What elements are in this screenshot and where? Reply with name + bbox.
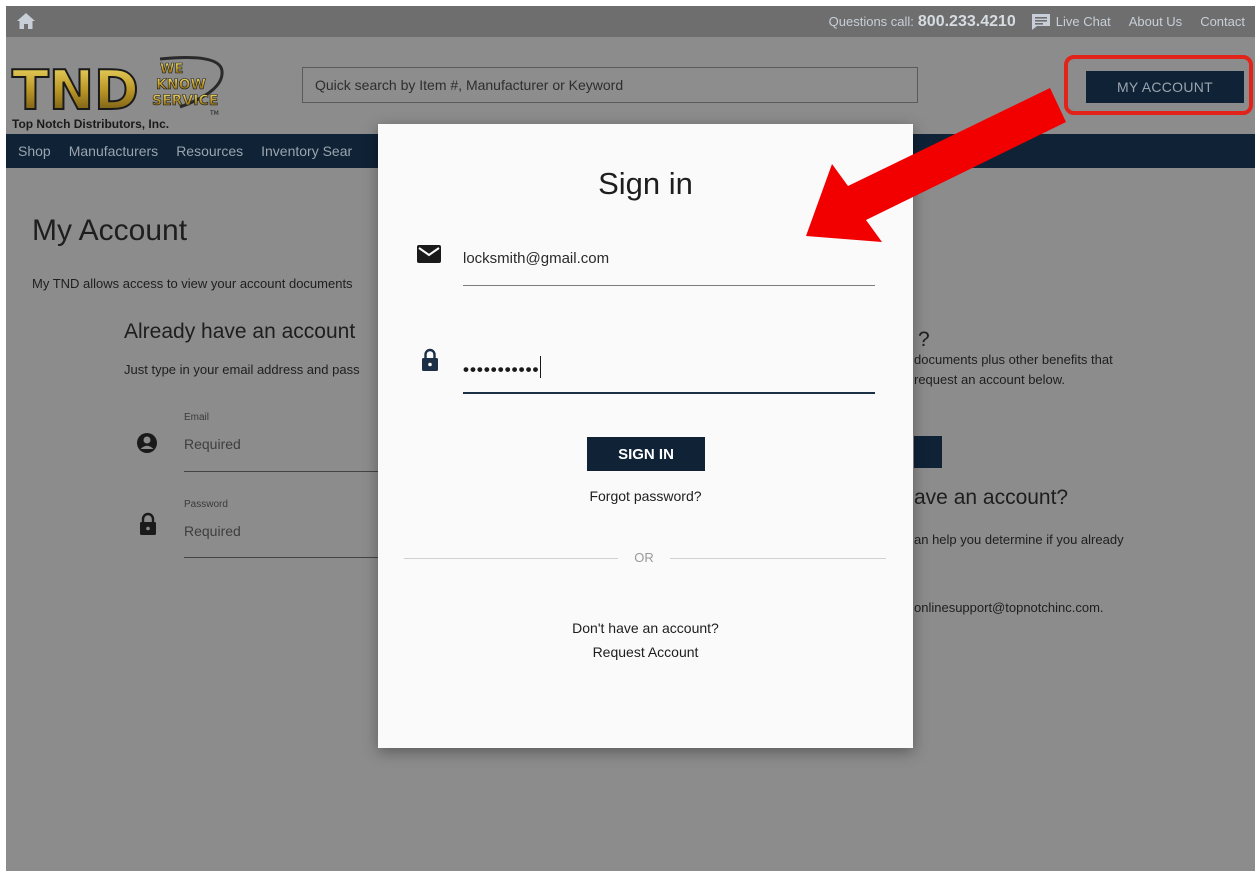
user-circle-icon	[137, 433, 157, 453]
password-underline	[184, 557, 384, 558]
logo-letters: TND	[12, 59, 139, 122]
my-account-button[interactable]: MY ACCOUNT	[1086, 71, 1244, 103]
new-account-text-line2: request an account below.	[914, 372, 1066, 387]
page-title: My Account	[32, 214, 188, 247]
nav-item-resources[interactable]: Resources	[176, 143, 243, 159]
support-email-link[interactable]: onlinesupport@topnotchinc.com.	[914, 600, 1104, 615]
logo-slogan-3: SERVICE	[152, 93, 218, 109]
sign-in-button[interactable]: SIGN IN	[587, 437, 705, 471]
nav-item-inventory-search[interactable]: Inventory Sear	[261, 143, 352, 159]
page-intro: My TND allows access to view your accoun…	[32, 276, 353, 291]
lock-icon	[422, 348, 438, 371]
phone-number[interactable]: 800.233.4210	[918, 13, 1016, 31]
nav-item-manufacturers[interactable]: Manufacturers	[69, 143, 158, 159]
mail-icon	[417, 245, 441, 263]
or-separator: OR	[634, 550, 654, 565]
questions-label: Questions call:	[828, 14, 914, 29]
divider-left	[404, 558, 618, 559]
password-mask: •••••••••••	[463, 360, 540, 379]
chat-icon[interactable]	[1030, 13, 1052, 31]
lock-icon	[140, 512, 156, 535]
logo-slogan-2: KNOW	[156, 77, 206, 93]
unsure-account-heading: ave an account?	[914, 486, 1069, 509]
nav-item-shop[interactable]: Shop	[18, 143, 51, 159]
logo-slogan-1: WE	[160, 62, 183, 77]
top-utility-bar: Questions call: 800.233.4210 Live Chat A…	[6, 6, 1255, 37]
page: Questions call: 800.233.4210 Live Chat A…	[6, 6, 1255, 871]
unsure-account-text: an help you determine if you already	[914, 532, 1124, 547]
text-caret	[540, 356, 542, 378]
tnd-logo[interactable]: TND WE KNOW SERVICE TM	[10, 51, 230, 127]
company-name: Top Notch Distributors, Inc.	[12, 117, 170, 131]
divider-right	[670, 558, 886, 559]
email-field[interactable]: Required	[184, 436, 241, 452]
forgot-password-link[interactable]: Forgot password?	[378, 488, 913, 504]
logo-tm: TM	[209, 110, 219, 117]
modal-password-input[interactable]: •••••••••••	[463, 348, 875, 394]
request-account-button[interactable]	[914, 436, 942, 468]
request-account-link[interactable]: Request Account	[378, 644, 913, 660]
annotation-arrow-icon	[806, 88, 1066, 242]
new-account-text: documents plus other benefits that reque…	[914, 350, 1244, 390]
new-account-text-line1: documents plus other benefits that	[914, 352, 1113, 367]
home-icon[interactable]	[16, 12, 36, 30]
new-account-heading: ?	[918, 328, 930, 351]
no-account-text: Don't have an account?	[572, 620, 719, 636]
existing-account-heading: Already have an account	[124, 320, 356, 343]
password-field[interactable]: Required	[184, 523, 241, 539]
about-us-link[interactable]: About Us	[1129, 14, 1182, 29]
email-underline	[184, 471, 384, 472]
password-label: Password	[184, 499, 228, 510]
existing-account-text: Just type in your email address and pass	[124, 362, 360, 377]
email-label: Email	[184, 412, 210, 423]
live-chat-link[interactable]: Live Chat	[1056, 14, 1111, 29]
contact-link[interactable]: Contact	[1200, 14, 1245, 29]
